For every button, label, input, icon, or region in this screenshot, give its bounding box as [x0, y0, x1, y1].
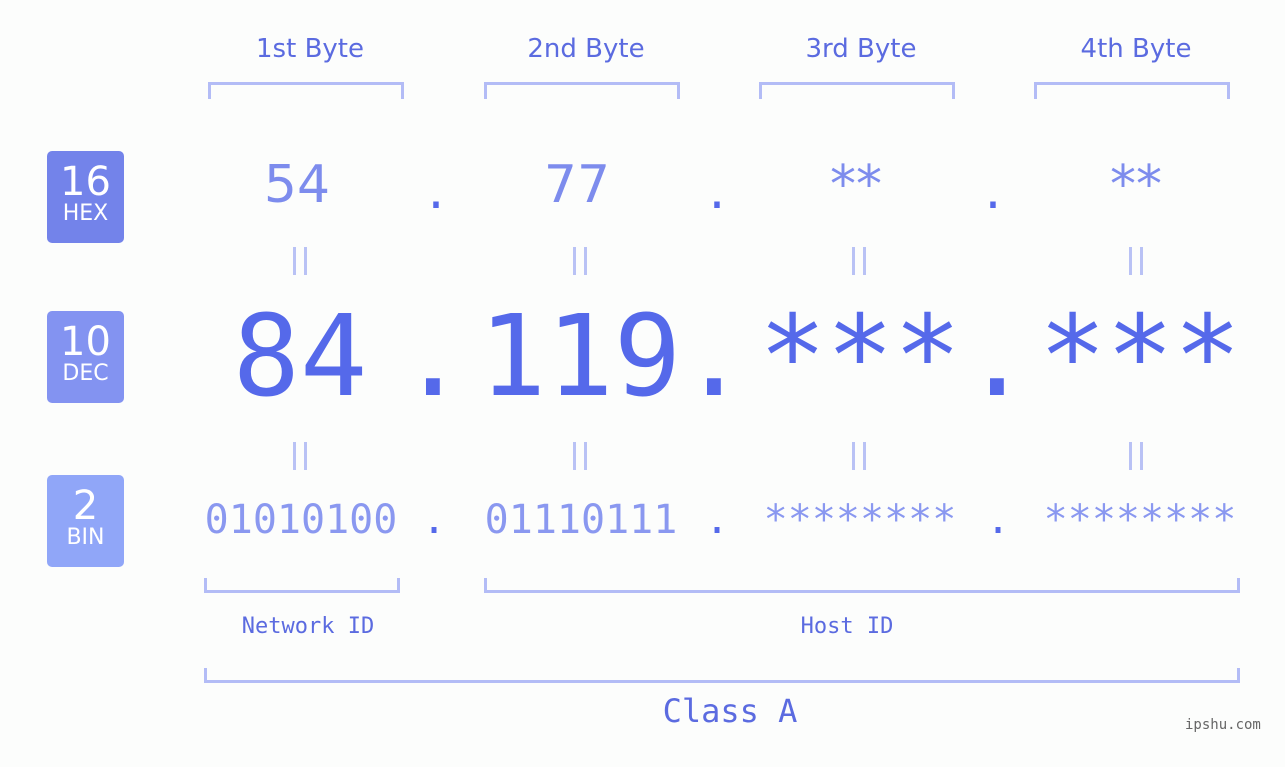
bin-value-1: 01010100	[204, 497, 398, 543]
equals-marker	[291, 247, 307, 275]
hex-separator-2: .	[703, 168, 731, 219]
dec-badge-label: DEC	[62, 361, 109, 386]
bin-separator-1: .	[421, 497, 447, 543]
equals-marker	[291, 442, 307, 470]
bin-value-3: ********	[763, 497, 957, 543]
byte-label-4: 4th Byte	[1080, 34, 1192, 64]
equals-marker	[850, 442, 866, 470]
byte-label-2: 2nd Byte	[527, 34, 645, 64]
bin-badge: 2 BIN	[47, 475, 124, 567]
byte-label-3: 3rd Byte	[805, 34, 917, 64]
bin-value-2: 01110111	[484, 497, 678, 543]
hex-badge-number: 16	[60, 159, 111, 205]
byte-bracket-3	[759, 82, 955, 99]
hex-value-3: **	[830, 155, 882, 215]
host-id-label: Host ID	[800, 614, 894, 639]
dec-badge: 10 DEC	[47, 311, 124, 403]
dec-separator-2: .	[680, 292, 748, 422]
hex-separator-1: .	[422, 168, 450, 219]
hex-badge-label: HEX	[62, 201, 109, 226]
equals-marker	[1127, 442, 1143, 470]
dec-value-4: ***	[1038, 292, 1242, 422]
equals-marker	[850, 247, 866, 275]
network-id-bracket	[204, 578, 400, 593]
network-id-label: Network ID	[241, 614, 375, 639]
bin-separator-2: .	[704, 497, 730, 543]
byte-bracket-4	[1034, 82, 1230, 99]
equals-marker	[571, 442, 587, 470]
equals-marker	[571, 247, 587, 275]
hex-value-4: **	[1110, 155, 1162, 215]
class-bracket	[204, 668, 1240, 683]
byte-bracket-2	[484, 82, 680, 99]
equals-marker	[1127, 247, 1143, 275]
watermark: ipshu.com	[1185, 717, 1261, 733]
bin-badge-label: BIN	[66, 525, 105, 550]
dec-badge-number: 10	[60, 319, 111, 365]
hex-badge: 16 HEX	[47, 151, 124, 243]
bin-value-4: ********	[1043, 497, 1237, 543]
class-label: Class A	[662, 692, 798, 730]
bin-separator-3: .	[985, 497, 1011, 543]
hex-separator-3: .	[979, 168, 1007, 219]
host-id-bracket	[484, 578, 1240, 593]
dec-separator-3: .	[963, 292, 1031, 422]
bin-badge-number: 2	[72, 483, 99, 529]
hex-value-2: 77	[543, 155, 611, 215]
byte-bracket-1	[208, 82, 404, 99]
byte-label-1: 1st Byte	[256, 34, 364, 64]
dec-separator-1: .	[399, 292, 467, 422]
hex-value-1: 54	[263, 155, 331, 215]
